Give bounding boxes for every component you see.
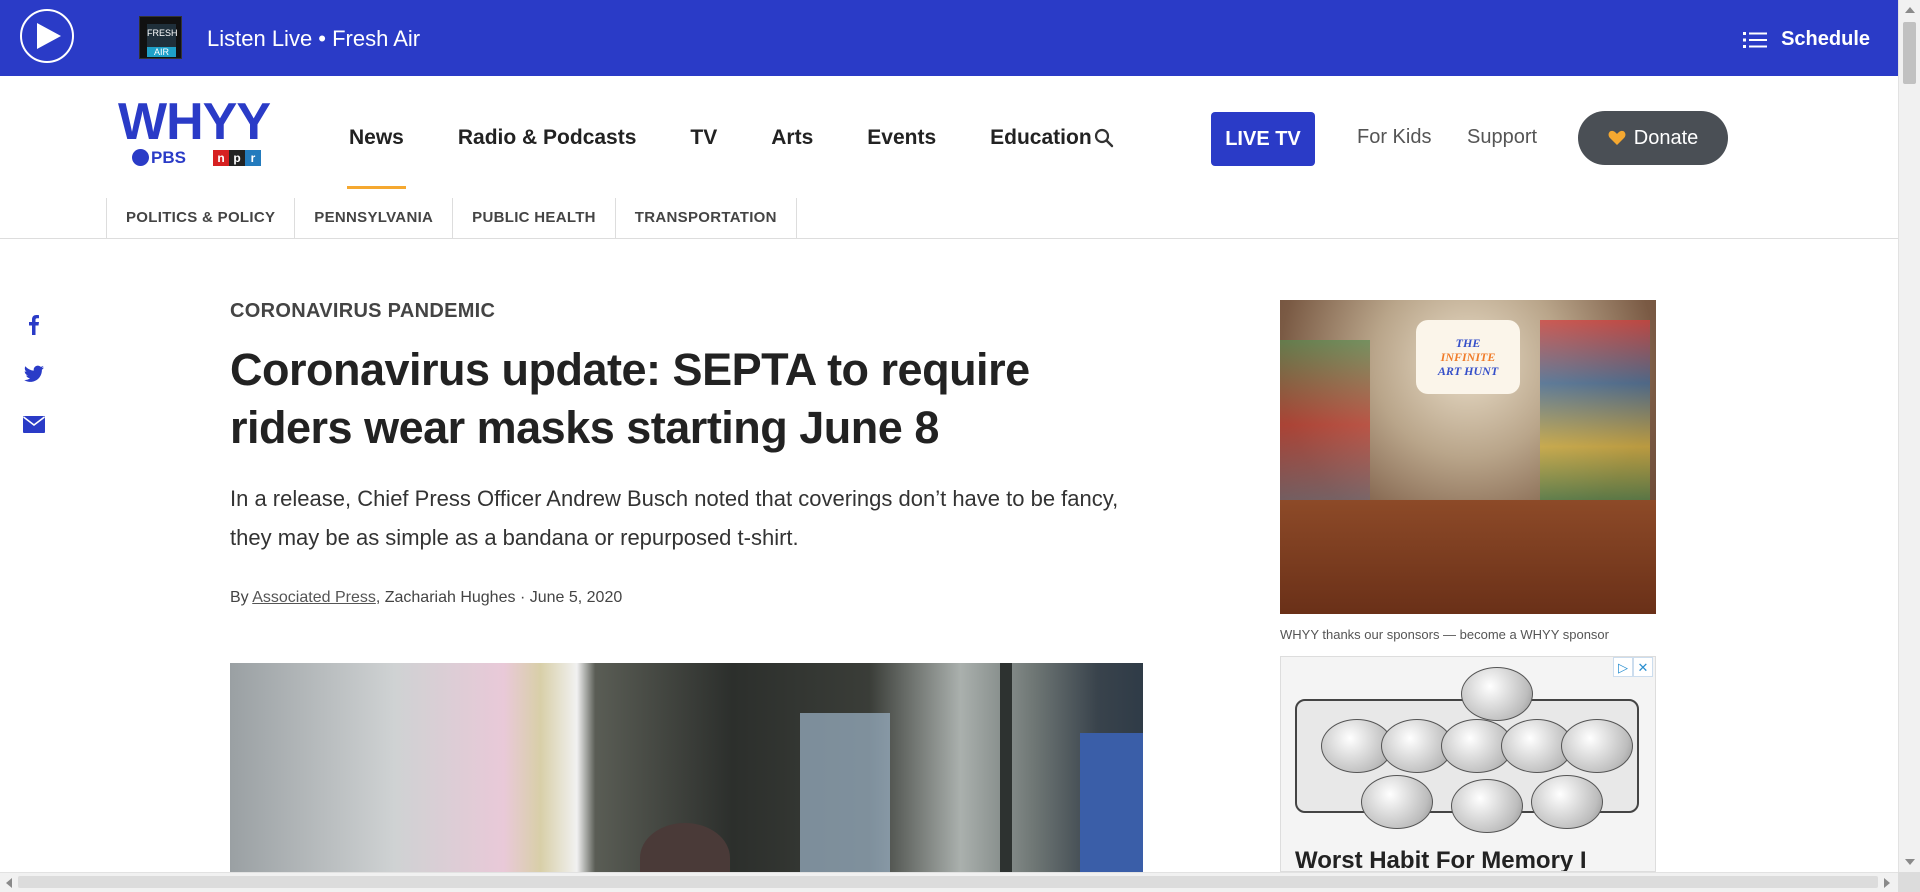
- ad-shelf-decor: [1540, 320, 1650, 510]
- for-kids-link[interactable]: For Kids: [1357, 126, 1431, 149]
- scroll-left-arrow-icon[interactable]: [6, 878, 12, 888]
- vertical-scrollbar[interactable]: [1898, 0, 1920, 872]
- nav-tv[interactable]: TV: [690, 126, 717, 150]
- egg: [1561, 719, 1633, 773]
- listen-live-text[interactable]: Listen Live • Fresh Air: [207, 26, 420, 52]
- listen-live-bar: FRESH AIR Listen Live • Fresh Air Schedu…: [0, 0, 1898, 76]
- nav-news[interactable]: News: [347, 126, 406, 189]
- npr-logo: n p r: [213, 150, 261, 166]
- thumb-line-1: FRESH: [147, 28, 178, 38]
- subnav-politics-policy[interactable]: POLITICS & POLICY: [107, 198, 296, 238]
- egg: [1361, 775, 1433, 829]
- ad-info-icon[interactable]: ▷: [1613, 657, 1633, 677]
- egg: [1531, 775, 1603, 829]
- article-kicker[interactable]: CORONAVIRUS PANDEMIC: [230, 300, 1150, 323]
- egg: [1461, 667, 1533, 721]
- facebook-icon[interactable]: [22, 312, 46, 336]
- article-date: June 5, 2020: [529, 589, 623, 606]
- play-icon: [37, 23, 61, 49]
- scroll-up-arrow-icon[interactable]: [1905, 7, 1915, 13]
- ad-close-icon[interactable]: ✕: [1633, 657, 1653, 677]
- article-hero-image: [230, 663, 1143, 872]
- play-button[interactable]: [20, 9, 74, 63]
- hero-septa-sign: [1080, 733, 1143, 872]
- horizontal-scrollbar[interactable]: [0, 872, 1920, 892]
- share-sidebar: [22, 312, 46, 462]
- pbs-text: PBS: [151, 148, 186, 167]
- nav-radio-podcasts[interactable]: Radio & Podcasts: [458, 126, 637, 150]
- infinite-art-hunt-logo: THE INFINITE ART HUNT: [1416, 320, 1520, 394]
- subnav-public-health[interactable]: PUBLIC HEALTH: [453, 198, 616, 238]
- nav-education[interactable]: Education: [990, 126, 1092, 150]
- hero-window: [800, 713, 890, 872]
- pbs-head-icon: [132, 149, 149, 166]
- schedule-label: Schedule: [1781, 28, 1870, 50]
- subnav-pennsylvania[interactable]: PENNSYLVANIA: [295, 198, 454, 238]
- page: FRESH AIR Listen Live • Fresh Air Schedu…: [0, 0, 1898, 872]
- byline-separator: ·: [519, 589, 526, 606]
- npr-r: r: [245, 150, 261, 166]
- schedule-button[interactable]: Schedule: [1743, 28, 1870, 51]
- article-headline: Coronavirus update: SEPTA to require rid…: [230, 344, 1030, 453]
- support-link[interactable]: Support: [1467, 126, 1537, 149]
- ad-floor: [1280, 500, 1656, 614]
- subnav-transportation[interactable]: TRANSPORTATION: [616, 198, 797, 238]
- thumb-line-2: AIR: [147, 47, 176, 57]
- logo-text: WHYY: [118, 93, 271, 151]
- ad-left-decor: [1280, 340, 1370, 510]
- author-associated-press-link[interactable]: Associated Press: [252, 589, 376, 606]
- pbs-logo: PBS: [132, 148, 186, 168]
- donate-button[interactable]: Donate: [1578, 111, 1728, 165]
- ad1-logo-line-3: ART HUNT: [1437, 364, 1499, 378]
- scroll-right-arrow-icon[interactable]: [1884, 878, 1890, 888]
- search-icon[interactable]: [1094, 128, 1114, 148]
- primary-nav-links: News Radio & Podcasts TV Arts Events Edu…: [347, 126, 1146, 189]
- npr-p: p: [229, 150, 245, 166]
- scroll-down-arrow-icon[interactable]: [1905, 859, 1915, 865]
- hero-rider: [640, 823, 730, 872]
- npr-n: n: [213, 150, 229, 166]
- horizontal-scroll-thumb[interactable]: [18, 876, 1878, 888]
- egg: [1451, 779, 1523, 833]
- whyy-logo[interactable]: WHYY PBS n p r: [118, 93, 278, 168]
- heart-icon: [1608, 130, 1626, 145]
- section-subnav: POLITICS & POLICY PENNSYLVANIA PUBLIC HE…: [0, 198, 1898, 239]
- sponsor-note[interactable]: WHYY thanks our sponsors — become a WHYY…: [1280, 627, 1609, 642]
- nav-arts[interactable]: Arts: [771, 126, 813, 150]
- article-dek: In a release, Chief Press Officer Andrew…: [230, 486, 1119, 550]
- author-zachariah-hughes: , Zachariah Hughes: [375, 589, 516, 606]
- donate-label: Donate: [1633, 126, 1699, 149]
- ad-choices[interactable]: ▷ ✕: [1613, 657, 1655, 677]
- twitter-icon[interactable]: [22, 362, 46, 386]
- ad1-logo-line-2: INFINITE: [1440, 350, 1496, 364]
- sponsor-ad-eggs[interactable]: ▷ ✕ Worst Habit For Memory I: [1280, 656, 1656, 872]
- article-byline: By Associated Press, Zachariah Hughes · …: [230, 589, 1150, 607]
- fresh-air-logo: FRESH AIR: [147, 24, 178, 57]
- list-icon: [1743, 31, 1768, 48]
- ad1-logo-line-1: THE: [1455, 336, 1481, 350]
- live-tv-button[interactable]: LIVE TV: [1211, 112, 1315, 166]
- sponsor-ad-art-hunt[interactable]: THE INFINITE ART HUNT: [1280, 300, 1656, 614]
- scrollbar-corner: [1898, 872, 1920, 892]
- email-icon[interactable]: [22, 412, 46, 436]
- main-navigation: WHYY PBS n p r News Radio & Podcasts TV …: [0, 76, 1898, 199]
- show-thumbnail[interactable]: FRESH AIR: [139, 16, 182, 59]
- vertical-scroll-thumb[interactable]: [1903, 22, 1916, 84]
- nav-events[interactable]: Events: [867, 126, 936, 150]
- ad2-caption: Worst Habit For Memory I: [1295, 847, 1587, 872]
- article: CORONAVIRUS PANDEMIC Coronavirus update:…: [230, 300, 1150, 607]
- byline-prefix: By: [230, 589, 249, 606]
- hero-pole: [1000, 663, 1012, 872]
